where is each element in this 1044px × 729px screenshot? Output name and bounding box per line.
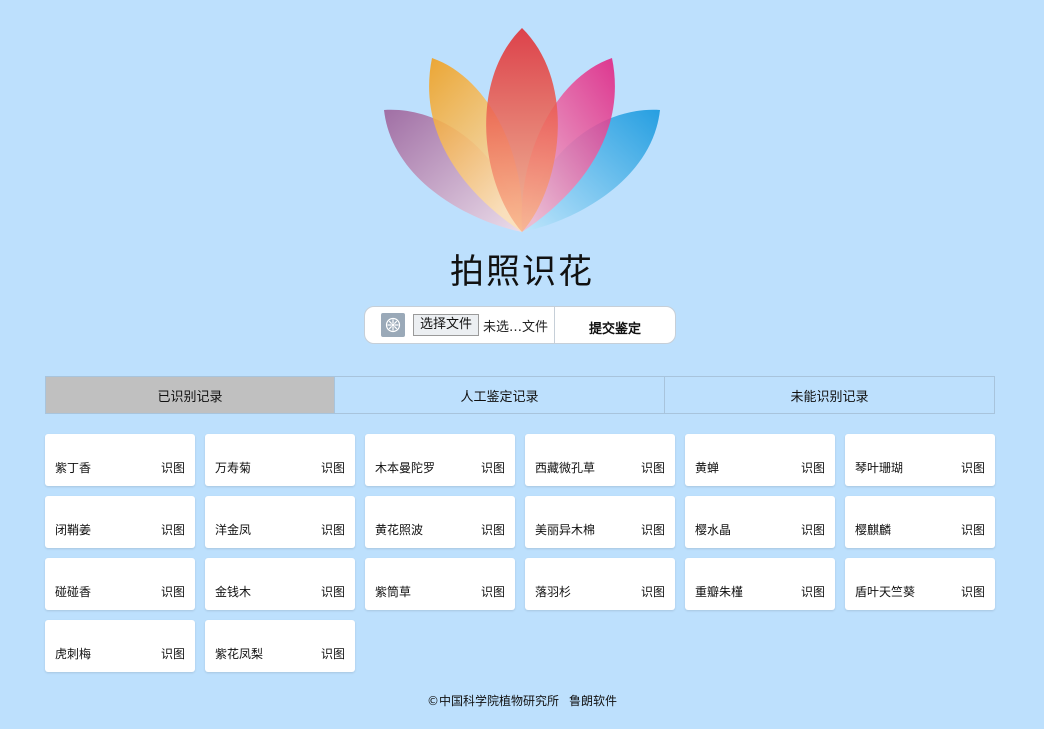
record-name: 西藏微孔草: [535, 461, 596, 475]
record-card[interactable]: 紫筒草 识图: [365, 558, 515, 610]
record-name: 木本曼陀罗: [375, 461, 436, 475]
identify-image-link[interactable]: 识图: [641, 583, 665, 600]
record-name: 虎刺梅: [55, 647, 92, 661]
identify-image-link[interactable]: 识图: [801, 583, 825, 600]
record-name: 落羽杉: [535, 585, 572, 599]
record-name: 紫丁香: [55, 461, 92, 475]
record-card[interactable]: 樱麒麟 识图: [845, 496, 995, 548]
tab-unrecognized[interactable]: 未能识别记录: [664, 377, 994, 413]
image-file-icon[interactable]: [381, 313, 405, 337]
upload-bar: 选择文件 未选…文件 提交鉴定: [364, 306, 676, 344]
identify-image-link[interactable]: 识图: [161, 645, 185, 662]
record-grid: 紫丁香 识图 万寿菊 识图 木本曼陀罗 识图 西藏微孔草 识图 黄蝉 识图 琴叶珊瑚 识图 …: [45, 434, 1005, 672]
flower-glyph-icon: [385, 317, 401, 333]
record-card[interactable]: 碰碰香 识图: [45, 558, 195, 610]
record-name: 洋金凤: [215, 523, 252, 537]
identify-image-link[interactable]: 识图: [481, 583, 505, 600]
record-name: 金钱木: [215, 585, 252, 599]
record-card[interactable]: 虎刺梅 识图: [45, 620, 195, 672]
identify-image-link[interactable]: 识图: [481, 459, 505, 476]
record-name: 美丽异木棉: [535, 523, 596, 537]
identify-image-link[interactable]: 识图: [481, 521, 505, 538]
identify-image-link[interactable]: 识图: [321, 645, 345, 662]
record-name: 紫筒草: [375, 585, 412, 599]
lotus-logo-icon: [384, 28, 660, 232]
record-card[interactable]: 木本曼陀罗 识图: [365, 434, 515, 486]
record-name: 紫花凤梨: [215, 647, 264, 661]
record-card[interactable]: 黄花照波 识图: [365, 496, 515, 548]
identify-image-link[interactable]: 识图: [321, 459, 345, 476]
record-name: 重瓣朱槿: [695, 585, 744, 599]
identify-image-link[interactable]: 识图: [321, 583, 345, 600]
record-name: 万寿菊: [215, 461, 252, 475]
record-name: 樱麒麟: [855, 523, 892, 537]
record-name: 琴叶珊瑚: [855, 461, 904, 475]
record-card[interactable]: 落羽杉 识图: [525, 558, 675, 610]
record-card[interactable]: 金钱木 识图: [205, 558, 355, 610]
footer-copyright: ©中国科学院植物研究所: [426, 694, 559, 708]
footer-company: 鲁朗软件: [569, 694, 618, 708]
record-card[interactable]: 西藏微孔草 识图: [525, 434, 675, 486]
identify-image-link[interactable]: 识图: [961, 459, 985, 476]
tab-recognized[interactable]: 已识别记录: [46, 377, 334, 413]
identify-image-link[interactable]: 识图: [801, 459, 825, 476]
identify-image-link[interactable]: 识图: [801, 521, 825, 538]
record-card[interactable]: 黄蝉 识图: [685, 434, 835, 486]
record-card[interactable]: 紫丁香 识图: [45, 434, 195, 486]
record-card[interactable]: 闭鞘姜 识图: [45, 496, 195, 548]
submit-button[interactable]: 提交鉴定: [555, 314, 675, 337]
record-card[interactable]: 万寿菊 识图: [205, 434, 355, 486]
record-card[interactable]: 盾叶天竺葵 识图: [845, 558, 995, 610]
identify-image-link[interactable]: 识图: [161, 583, 185, 600]
tab-manual-identification[interactable]: 人工鉴定记录: [334, 377, 664, 413]
choose-file-button[interactable]: 选择文件: [413, 314, 480, 336]
record-card[interactable]: 美丽异木棉 识图: [525, 496, 675, 548]
identify-image-link[interactable]: 识图: [641, 459, 665, 476]
record-card[interactable]: 重瓣朱槿 识图: [685, 558, 835, 610]
footer: ©中国科学院植物研究所 鲁朗软件: [0, 692, 1044, 709]
file-status-text: 未选…文件: [483, 319, 549, 335]
identify-image-link[interactable]: 识图: [321, 521, 345, 538]
record-name: 黄蝉: [695, 461, 720, 475]
identify-image-link[interactable]: 识图: [961, 521, 985, 538]
record-name: 黄花照波: [375, 523, 424, 537]
record-card[interactable]: 琴叶珊瑚 识图: [845, 434, 995, 486]
app-title: 拍照识花: [450, 252, 594, 292]
record-name: 盾叶天竺葵: [855, 585, 916, 599]
record-name: 碰碰香: [55, 585, 92, 599]
record-card[interactable]: 紫花凤梨 识图: [205, 620, 355, 672]
record-name: 闭鞘姜: [55, 523, 92, 537]
record-card[interactable]: 樱水晶 识图: [685, 496, 835, 548]
identify-image-link[interactable]: 识图: [161, 521, 185, 538]
record-name: 樱水晶: [695, 523, 732, 537]
identify-image-link[interactable]: 识图: [641, 521, 665, 538]
record-tabs: 已识别记录 人工鉴定记录 未能识别记录: [45, 376, 995, 414]
identify-image-link[interactable]: 识图: [961, 583, 985, 600]
identify-image-link[interactable]: 识图: [161, 459, 185, 476]
record-card[interactable]: 洋金凤 识图: [205, 496, 355, 548]
